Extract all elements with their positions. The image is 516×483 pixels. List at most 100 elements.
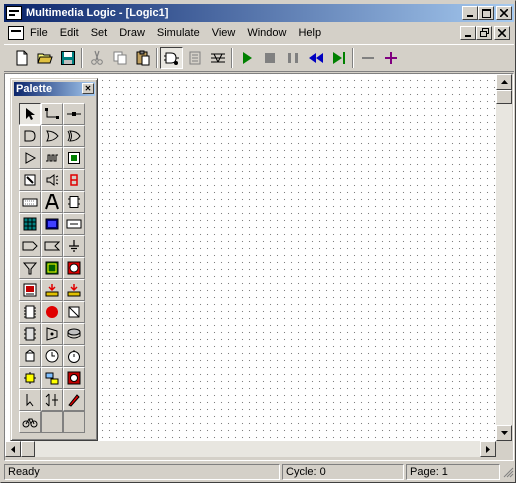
bicycle-icon[interactable]: [19, 411, 41, 433]
text-icon[interactable]: [41, 191, 63, 213]
rom-icon[interactable]: [19, 301, 41, 323]
close-button[interactable]: [496, 6, 512, 20]
and-gate-icon[interactable]: [19, 125, 41, 147]
palette-tool-grid: [19, 103, 87, 433]
step-back-icon[interactable]: [304, 47, 327, 69]
chip-icon[interactable]: [41, 257, 63, 279]
maximize-button[interactable]: [478, 6, 494, 20]
toolbar: [4, 44, 514, 72]
zoom-out-icon[interactable]: [356, 47, 379, 69]
draw-mode-icon[interactable]: [183, 47, 206, 69]
scroll-up-button[interactable]: [496, 74, 512, 90]
menu-edit[interactable]: Edit: [54, 27, 85, 39]
menu-set[interactable]: Set: [85, 27, 114, 39]
tag-output-icon[interactable]: [41, 235, 63, 257]
status-ready: Ready: [4, 463, 280, 480]
mdi-minimize-button[interactable]: [460, 25, 476, 40]
step-forward-icon[interactable]: [327, 47, 350, 69]
mux-icon[interactable]: [19, 345, 41, 367]
mdi-restore-button[interactable]: [476, 25, 492, 40]
bitmap-icon[interactable]: [19, 213, 41, 235]
or-gate-icon[interactable]: [41, 125, 63, 147]
seven-segment-icon[interactable]: [63, 169, 85, 191]
palette-title: Palette: [16, 83, 53, 95]
register-icon[interactable]: [63, 213, 85, 235]
menu-window[interactable]: Window: [241, 27, 292, 39]
status-bar: Ready Cycle: 0 Page: 1: [4, 462, 514, 481]
switch-icon[interactable]: [19, 169, 41, 191]
paste-icon[interactable]: [131, 47, 154, 69]
counter-icon[interactable]: [63, 301, 85, 323]
menu-file[interactable]: File: [24, 27, 54, 39]
copy-icon[interactable]: [108, 47, 131, 69]
title-bar[interactable]: Multimedia Logic - [Logic1]: [4, 4, 514, 22]
save-disk-icon[interactable]: [56, 47, 79, 69]
pen-icon[interactable]: [63, 389, 85, 411]
pointer-icon[interactable]: [19, 389, 41, 411]
scroll-right-button[interactable]: [480, 441, 496, 457]
pause-icon[interactable]: [281, 47, 304, 69]
speaker-icon[interactable]: [41, 169, 63, 191]
select-arrow-icon[interactable]: [19, 103, 41, 125]
open-folder-icon[interactable]: [33, 47, 56, 69]
scroll-down-button[interactable]: [496, 425, 512, 441]
cut-icon[interactable]: [85, 47, 108, 69]
wire-tool-icon[interactable]: [41, 103, 63, 125]
connector-icon[interactable]: [63, 103, 85, 125]
horizontal-scrollbar[interactable]: [5, 441, 496, 457]
palette-window[interactable]: Palette ✕: [10, 78, 98, 441]
red-led-icon[interactable]: [41, 301, 63, 323]
simulate-mode-icon[interactable]: [160, 47, 183, 69]
palette-title-bar[interactable]: Palette ✕: [14, 82, 95, 96]
toolbar-separator: [350, 47, 356, 69]
status-page: Page: 1: [406, 463, 500, 480]
xor-gate-icon[interactable]: [63, 125, 85, 147]
scroll-corner: [496, 441, 512, 457]
scroll-left-button[interactable]: [5, 441, 21, 457]
vertical-scroll-thumb[interactable]: [496, 90, 512, 104]
app-icon[interactable]: [6, 6, 22, 20]
status-cycle: Cycle: 0: [282, 463, 404, 480]
timer-box-icon[interactable]: [63, 257, 85, 279]
clock-face-icon[interactable]: [41, 345, 63, 367]
size-grip-icon[interactable]: [502, 466, 514, 478]
flip-flop-icon[interactable]: [63, 191, 85, 213]
new-file-icon[interactable]: [10, 47, 33, 69]
filter-icon[interactable]: [19, 257, 41, 279]
clock-wave-icon[interactable]: [41, 147, 63, 169]
menu-simulate[interactable]: Simulate: [151, 27, 206, 39]
screen-icon[interactable]: [41, 213, 63, 235]
demux-icon[interactable]: [41, 389, 63, 411]
mdi-close-button[interactable]: [494, 25, 510, 40]
palette-close-icon[interactable]: ✕: [82, 83, 94, 94]
zoom-in-icon[interactable]: [379, 47, 402, 69]
minimize-button[interactable]: [462, 6, 478, 20]
dip-chip-icon[interactable]: [19, 323, 41, 345]
window-title: Multimedia Logic - [Logic1]: [26, 7, 169, 19]
buffer-icon[interactable]: [19, 147, 41, 169]
printer-icon[interactable]: [19, 279, 41, 301]
adder-icon[interactable]: [41, 279, 63, 301]
keyboard-icon[interactable]: [19, 191, 41, 213]
dial-icon[interactable]: [63, 323, 85, 345]
stopwatch-icon[interactable]: [63, 345, 85, 367]
decoder-icon[interactable]: [41, 323, 63, 345]
palette-empty-cell: [41, 411, 63, 433]
wire-mode-icon[interactable]: [206, 47, 229, 69]
document-icon[interactable]: [8, 25, 24, 40]
menu-help[interactable]: Help: [292, 27, 327, 39]
toolbar-separator: [154, 47, 160, 69]
sound-icon[interactable]: [63, 367, 85, 389]
yellow-node-icon[interactable]: [19, 367, 41, 389]
stop-icon[interactable]: [258, 47, 281, 69]
led-icon[interactable]: [63, 147, 85, 169]
horizontal-scroll-thumb[interactable]: [21, 441, 35, 457]
vertical-scrollbar[interactable]: [496, 74, 512, 441]
ground-icon[interactable]: [63, 235, 85, 257]
tag-input-icon[interactable]: [19, 235, 41, 257]
run-icon[interactable]: [235, 47, 258, 69]
network-icon[interactable]: [41, 367, 63, 389]
ram-icon[interactable]: [63, 279, 85, 301]
menu-draw[interactable]: Draw: [113, 27, 151, 39]
menu-view[interactable]: View: [206, 27, 242, 39]
